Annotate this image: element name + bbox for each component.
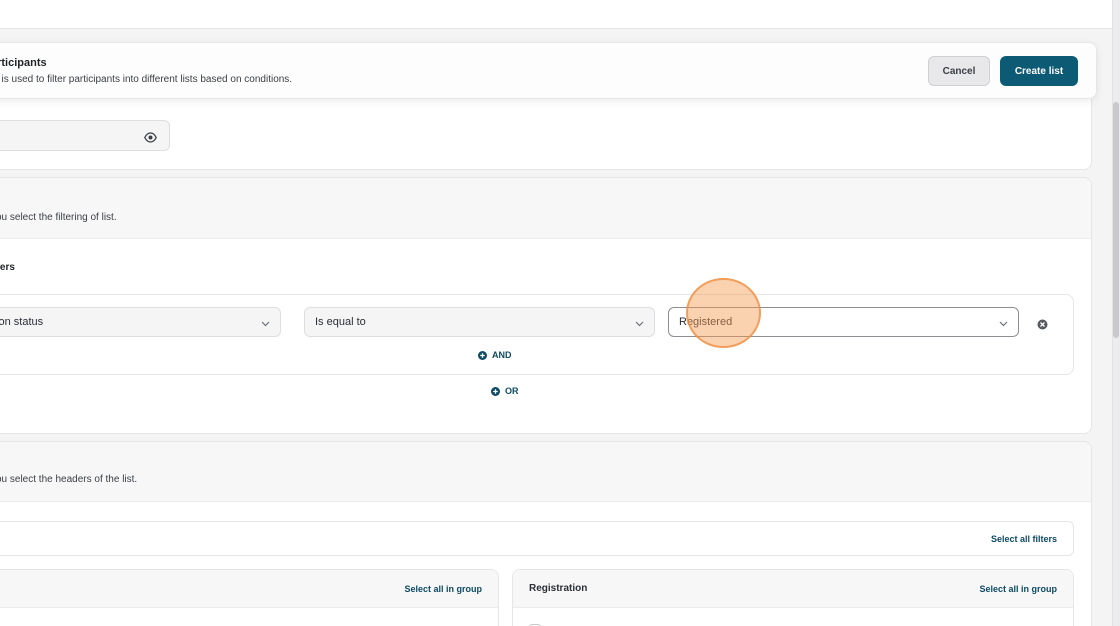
- headers-card: you select the headers of the list. Sele…: [0, 441, 1092, 626]
- scrollbar-thumb[interactable]: [1113, 102, 1119, 338]
- filtering-card-header: you select the filtering of list.: [0, 178, 1091, 239]
- page-description: st is used to filter participants into d…: [0, 74, 293, 85]
- select-all-in-group-link[interactable]: Select all in group: [404, 584, 482, 594]
- select-all-filters-bar: Select all filters: [0, 521, 1074, 556]
- list-name-card: [0, 98, 1092, 170]
- filter-operator-select[interactable]: Is equal to: [304, 307, 655, 337]
- and-label: AND: [492, 350, 512, 360]
- chevron-down-icon: [999, 318, 1008, 330]
- list-name-input[interactable]: [0, 120, 170, 151]
- chevron-down-icon: [261, 318, 270, 330]
- add-or-group-button[interactable]: OR: [491, 386, 519, 396]
- headers-card-header: you select the headers of the list.: [0, 442, 1091, 502]
- plus-circle-icon: [478, 350, 487, 360]
- header-group-head: t Select all in group: [0, 570, 498, 608]
- condition-group: tion status Is equal to Registered: [0, 294, 1074, 375]
- remove-condition-icon[interactable]: [1037, 317, 1048, 335]
- click-highlight: [686, 278, 761, 348]
- create-list-button[interactable]: Create list: [1000, 56, 1078, 86]
- top-bar: [0, 0, 1112, 29]
- scrollbar-track[interactable]: [1112, 0, 1120, 626]
- add-and-condition-button[interactable]: AND: [478, 350, 512, 360]
- page-title: articipants: [0, 57, 47, 69]
- filter-operator-value: Is equal to: [315, 316, 366, 328]
- select-all-in-group-link[interactable]: Select all in group: [979, 584, 1057, 594]
- header-group-head: Registration Select all in group: [513, 570, 1073, 608]
- header-group: t Select all in group: [0, 569, 499, 626]
- or-label: OR: [505, 386, 519, 396]
- chevron-down-icon: [635, 318, 644, 330]
- filter-field-value: tion status: [0, 316, 44, 328]
- list-header-card: articipants st is used to filter partici…: [0, 42, 1097, 99]
- filtering-description: you select the filtering of list.: [0, 212, 117, 223]
- header-group-title: Registration: [529, 583, 588, 594]
- eye-icon[interactable]: [144, 130, 157, 148]
- select-all-filters-link[interactable]: Select all filters: [991, 534, 1057, 544]
- cancel-button[interactable]: Cancel: [928, 56, 990, 86]
- headers-description: you select the headers of the list.: [0, 474, 138, 485]
- filtering-card: you select the filtering of list. ilters…: [0, 177, 1092, 434]
- header-group: Registration Select all in group: [512, 569, 1074, 626]
- filters-label: ilters: [0, 262, 15, 273]
- plus-circle-icon: [491, 386, 500, 396]
- filter-field-select[interactable]: tion status: [0, 307, 281, 337]
